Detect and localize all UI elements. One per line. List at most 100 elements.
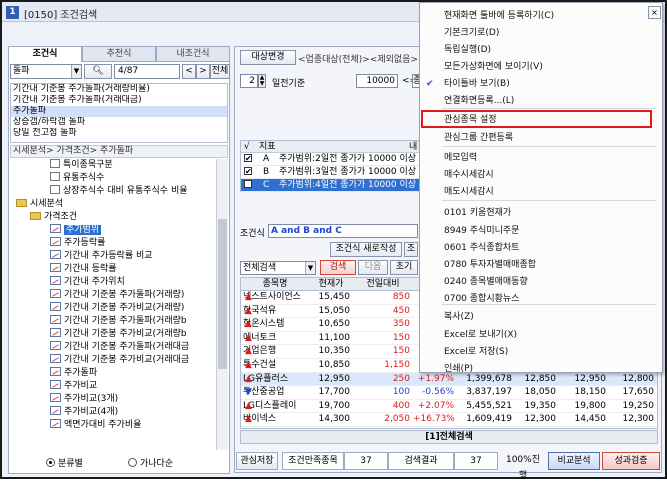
checkbox-checked-icon[interactable] <box>244 165 252 178</box>
checkbox-checked-icon[interactable] <box>244 178 252 191</box>
search-button[interactable]: 🔍︎ <box>84 64 112 79</box>
left-toolbar: 돌파 ▼ 🔍︎ 4/87 < > 전체 <box>10 64 230 81</box>
search-type-combo[interactable]: 전체검색 ▼ <box>240 261 316 275</box>
menu-item[interactable]: 복사(Z) <box>420 309 662 325</box>
tree-item[interactable]: 가격조건 <box>10 211 218 224</box>
tree-item[interactable]: 시세분석 <box>10 198 218 211</box>
target-change-button[interactable]: 대상변경 <box>240 50 296 65</box>
category-combo[interactable]: 돌파 ▼ <box>10 64 82 79</box>
scroll-thumb[interactable] <box>218 219 227 369</box>
close-icon[interactable]: × <box>648 6 661 19</box>
tree-item[interactable]: 기간내 기준봉 주가돌파(거래대금 <box>10 341 218 354</box>
tree-item[interactable]: 주가비교(3개) <box>10 393 218 406</box>
tree-item[interactable]: 주가비교 <box>10 380 218 393</box>
tree-item[interactable]: 주가돌파 <box>10 367 218 380</box>
menu-separator <box>442 200 656 201</box>
menu-item[interactable]: 타이틀바 보기(B) <box>420 76 662 92</box>
menu-item[interactable]: 8949 주식미니주문 <box>420 223 662 239</box>
radio-alphabetical[interactable]: 가나다순 <box>128 456 173 469</box>
checkbox-checked-icon[interactable] <box>244 152 252 165</box>
col-header[interactable]: 전일대비 <box>353 278 413 291</box>
menu-item[interactable]: 관심종목 설정 <box>420 112 662 128</box>
menu-item[interactable]: 0601 주식종합차트 <box>420 240 662 256</box>
col-header[interactable]: 현재가 <box>309 278 353 291</box>
table-row[interactable]: 두산중공업 17,700 ▼ 100 -0.56% 3,837,197 18,050 18,1… <box>241 386 657 400</box>
formula-input[interactable]: A and B and C <box>268 224 418 238</box>
menu-item[interactable]: 0700 종합시황뉴스 <box>420 291 662 307</box>
tree-item[interactable]: 기간내 주가위치 <box>10 276 218 289</box>
menu-item[interactable]: 관심그룹 간편등록 <box>420 130 662 146</box>
condition-text: 주가범위:2일전 종가가 10000 이상 <box>279 154 417 164</box>
all-button[interactable]: 전체 <box>210 64 230 79</box>
menu-item[interactable]: 독립실행(D) <box>420 42 662 58</box>
tab-conditions[interactable]: 조건식 <box>8 46 82 62</box>
menu-item[interactable]: Excel로 보내기(X) <box>420 327 662 343</box>
search-icon: 🔍︎ <box>92 66 104 76</box>
days-spinner[interactable]: 2 <box>240 74 258 88</box>
next-result-button[interactable]: > <box>196 64 210 79</box>
list-item[interactable]: 당일 전고점 돌파 <box>11 128 227 139</box>
menu-item[interactable]: 모든가상화면에 보이기(V) <box>420 59 662 75</box>
condition-button[interactable]: 조 <box>404 242 418 257</box>
cell-p: 17,700 <box>318 387 351 398</box>
tree-item-label: 기간내 기준봉 주가돌파(거래량b <box>64 316 187 326</box>
save-interest-button[interactable]: 관심저장 <box>236 452 278 470</box>
tree-scrollbar[interactable] <box>216 159 228 450</box>
radio-by-category[interactable]: 분류별 <box>46 456 83 469</box>
col-header[interactable]: 종목명 <box>241 278 309 291</box>
menu-item[interactable]: 기본크기로(D) <box>420 25 662 41</box>
tree-item[interactable]: 기간내 등락률 <box>10 263 218 276</box>
progress-text: 100%진행 <box>505 455 540 481</box>
breadcrumb: 시세분석> 가격조건> 주가돌파 <box>10 145 228 158</box>
chevron-down-icon[interactable]: ▼ <box>71 65 81 78</box>
search-run-button[interactable]: 검색 <box>320 260 356 275</box>
tree-item[interactable]: 특이종목구분 <box>10 159 218 172</box>
radio-on-icon <box>46 458 55 467</box>
tree-item[interactable]: 기간내 기준봉 주가비교(거래대금 <box>10 354 218 367</box>
tree-item[interactable]: 기간내 기준봉 주가돌파(거래량b <box>10 315 218 328</box>
menu-item[interactable]: 0240 종목별매매동향 <box>420 274 662 290</box>
tree-item[interactable]: 주가비교(4개) <box>10 406 218 419</box>
tree-item[interactable]: 주가등락률 <box>10 237 218 250</box>
new-formula-button[interactable]: 조건식 새로작성 <box>330 242 402 257</box>
tree-item[interactable]: 주가범위 <box>10 224 218 237</box>
reset-button[interactable]: 초기 <box>390 260 418 275</box>
list-item[interactable]: 상승갭/하락갭 돌파 <box>11 117 227 128</box>
menu-item[interactable]: 매수시세감시 <box>420 167 662 183</box>
tree-item[interactable]: 액면가대비 주가비율 <box>10 419 218 432</box>
next-button[interactable]: 다음 <box>358 260 388 275</box>
spinner-arrows-icon[interactable]: ▲ ▼ <box>258 74 266 88</box>
table-row[interactable]: LG디스플레이 19,700 ▲ 400 +2.07% 5,455,521 19,350 19… <box>241 400 657 414</box>
condition-text: 주가범위:4일전 종가가 10000 이상 <box>279 180 417 190</box>
tab-recommended[interactable]: 추천식 <box>82 46 156 62</box>
bottom-bar: 관심저장 조건만족종목 37 검색결과 37 100%진행 비교분석 성과검증 <box>236 452 662 481</box>
menu-item[interactable]: 0780 투자자별매매종합 <box>420 257 662 273</box>
list-item-selected[interactable]: 주가돌파 <box>11 106 227 117</box>
chevron-down-icon[interactable]: ▼ <box>305 262 315 274</box>
list-item[interactable]: 기간내 기준봉 주가돌파(거래량비율) <box>11 84 227 95</box>
menu-item[interactable]: Excel로 저장(S) <box>420 344 662 360</box>
tree-item-label: 주가돌파 <box>64 368 98 378</box>
tab-my-conditions[interactable]: 내조건식 <box>156 46 230 62</box>
document-icon <box>50 159 60 168</box>
menu-item[interactable]: 0101 키움현재가 <box>420 205 662 221</box>
arrow-up-icon: ▲ <box>245 332 252 343</box>
menu-item[interactable]: 인쇄(P) <box>420 361 662 377</box>
performance-check-button[interactable]: 성과검증 <box>602 452 660 470</box>
value-input[interactable]: 10000 <box>356 74 398 88</box>
compare-analysis-button[interactable]: 비교분석 <box>548 452 600 470</box>
menu-item[interactable]: 연결화면등록...(L) <box>420 93 662 109</box>
arrow-up-icon: ▲ <box>245 305 252 316</box>
tree-item[interactable]: 상장주식수 대비 유통주식수 비율 <box>10 185 218 198</box>
prev-button[interactable]: < <box>182 64 196 79</box>
tree-item[interactable]: 유통주식수 <box>10 172 218 185</box>
tree-item[interactable]: 기간내 기준봉 주가비교(거래량) <box>10 302 218 315</box>
tree-item[interactable]: 기간내 기준봉 주가비교(거래량b <box>10 328 218 341</box>
list-item[interactable]: 기간내 기준봉 주가돌파(거래대금) <box>11 95 227 106</box>
table-row[interactable]: 바이넥스 14,300 ▲ 2,050 +16.73% 1,609,419 12,300 14… <box>241 413 657 427</box>
menu-item[interactable]: 매도시세감시 <box>420 184 662 200</box>
menu-item[interactable]: 메모입력 <box>420 150 662 166</box>
tree-item[interactable]: 기간내 기준봉 주가돌파(거래량) <box>10 289 218 302</box>
menu-item[interactable]: 현재화면 툴바에 등록하기(C) <box>420 8 662 24</box>
tree-item[interactable]: 기간내 주가등락률 비교 <box>10 250 218 263</box>
